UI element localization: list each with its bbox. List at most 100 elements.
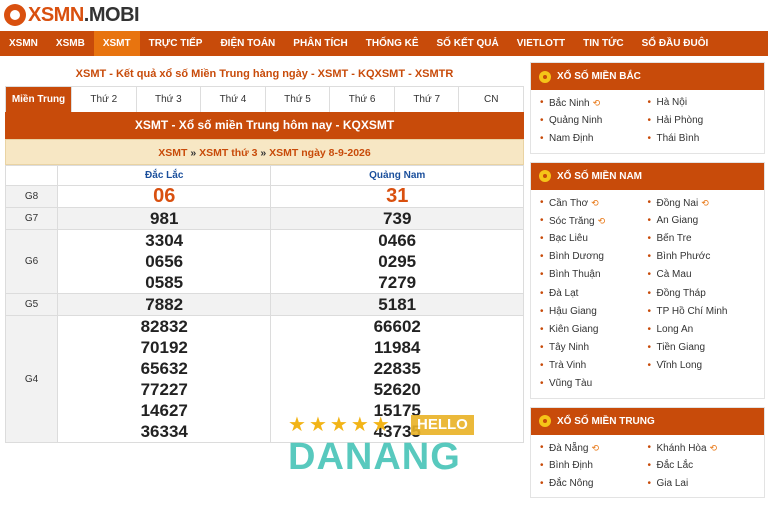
province-link-kien-giang[interactable]: Kiên Giang (540, 321, 657, 339)
breadcrumb-link-date[interactable]: XSMT ngày 8-9-2026 (269, 147, 371, 159)
province-link-vung-tau[interactable]: Vũng Tàu (540, 375, 657, 393)
province-link-tp-ho-chi-minh[interactable]: TP Hồ Chí Minh (648, 303, 765, 321)
prize-numbers: 31 (270, 185, 524, 208)
tab-thu-3[interactable]: Thứ 3 (137, 87, 202, 112)
nav-item-tin-tuc[interactable]: TIN TỨC (574, 31, 633, 56)
province-list: Cần Thơ⟲Đồng Nai⟲Sóc Trăng⟲An Giang Bạc L… (531, 190, 764, 398)
region-box-header[interactable]: XỔ SỐ MIỀN TRUNG (531, 407, 764, 435)
province-link-bac-ninh[interactable]: Bắc Ninh⟲ (540, 94, 657, 112)
province-name: Hải Phòng (656, 115, 704, 127)
tab-cn[interactable]: CN (459, 87, 523, 112)
tab-thu-6[interactable]: Thứ 6 (330, 87, 395, 112)
province-name: Đồng Tháp (656, 287, 706, 299)
live-refresh-icon: ⟲ (701, 197, 709, 208)
lottery-ball-icon (539, 70, 551, 83)
province-link-da-nang[interactable]: Đà Nẵng⟲ (540, 439, 657, 457)
province-name: Vĩnh Long (656, 360, 703, 372)
province-link-dac-nong[interactable]: Đắc Nông (540, 475, 657, 493)
nav-item-xsmn[interactable]: XSMN (0, 31, 47, 56)
province-link-binh-duong[interactable]: Bình Dương (540, 248, 657, 266)
nav-item-dien-toan[interactable]: ĐIỆN TOÁN (211, 31, 284, 56)
lottery-ball-icon (539, 415, 551, 428)
province-name: Bình Định (549, 459, 593, 471)
province-link-tay-ninh[interactable]: Tây Ninh (540, 339, 657, 357)
breadcrumb-link-xsmt[interactable]: XSMT (158, 147, 187, 159)
prize-numbers: 0466 0295 7279 (270, 229, 524, 294)
lottery-number: 43735 (373, 422, 421, 441)
prize-numbers: 06 (56, 185, 272, 208)
province-name: Bắc Ninh (549, 98, 590, 109)
province-list: Đà Nẵng⟲Khánh Hòa⟲ Bình Định Đắc Lắc Đắc Nô… (531, 435, 764, 498)
province-link-binh-thuan[interactable]: Bình Thuận (540, 266, 657, 284)
province-link-hai-phong[interactable]: Hải Phòng (648, 112, 765, 130)
lottery-number: 981 (150, 209, 179, 228)
province-name: Long An (656, 323, 694, 335)
live-refresh-icon: ⟲ (591, 442, 600, 453)
province-link-tien-giang[interactable]: Tiền Giang (648, 339, 765, 357)
province-link-dac-lac[interactable]: Đắc Lắc (648, 457, 765, 475)
nav-item-thong-ke[interactable]: THỐNG KÊ (357, 31, 428, 56)
lottery-number: 77227 (140, 380, 188, 399)
tab-thu-2[interactable]: Thứ 2 (72, 87, 137, 112)
province-link-an-giang[interactable]: An Giang (648, 212, 765, 230)
lottery-number: 52620 (373, 380, 421, 399)
province-link-binh-phuoc[interactable]: Bình Phước (648, 248, 765, 266)
nav-item-phan-tich[interactable]: PHÂN TÍCH (284, 31, 356, 56)
main-content: XSMT - Kết quả xổ số Miền Trung hàng ngà… (5, 62, 524, 443)
province-name: Đắc Nông (549, 478, 594, 489)
tab-thu-5[interactable]: Thứ 5 (266, 87, 331, 112)
results-box-title: XSMT - Xổ số miền Trung hôm nay - KQXSMT (5, 112, 524, 139)
province-name: An Giang (656, 214, 699, 226)
province-name: Hà Nội (656, 97, 688, 108)
tab-thu-7[interactable]: Thứ 7 (395, 87, 460, 112)
province-link-nam-dinh[interactable]: Nam Định (540, 130, 657, 148)
nav-item-so-dau-duoi[interactable]: SỔ ĐẦU ĐUÔI (633, 31, 718, 56)
province-link-long-an[interactable]: Long An (648, 321, 765, 339)
result-row-g6: G6 3304 0656 0585 0466 0295 7279 (5, 229, 524, 294)
province-link-dong-thap[interactable]: Đồng Tháp (648, 285, 765, 303)
province-header-dac-lac[interactable]: Đắc Lắc (56, 165, 272, 186)
nav-item-vietlott[interactable]: VIETLOTT (508, 31, 574, 56)
lottery-number: 7882 (145, 295, 184, 314)
province-name: Bình Phước (656, 251, 711, 263)
province-name: Đà Lạt (549, 287, 579, 299)
province-link-bac-lieu[interactable]: Bạc Liêu (540, 230, 657, 248)
region-box-header[interactable]: XỔ SỐ MIỀN NAM (531, 162, 764, 190)
nav-item-truc-tiep[interactable]: TRỰC TIẾP (140, 31, 212, 56)
nav-item-xsmt[interactable]: XSMT (93, 31, 140, 56)
province-name: Bến Tre (656, 232, 692, 244)
live-refresh-icon: ⟲ (591, 197, 599, 208)
province-link-can-tho[interactable]: Cần Thơ⟲ (540, 194, 657, 212)
province-link-ca-mau[interactable]: Cà Mau (648, 266, 765, 284)
result-row-g7: G7 981 739 (5, 207, 524, 230)
province-link-tra-vinh[interactable]: Trà Vinh (540, 357, 657, 375)
nav-item-so-ket-qua[interactable]: SỐ KẾT QUẢ (428, 31, 508, 56)
region-box-title: XỔ SỐ MIỀN NAM (557, 170, 643, 182)
province-link-ben-tre[interactable]: Bến Tre (648, 230, 765, 248)
province-link-binh-dinh[interactable]: Bình Định (540, 457, 657, 475)
province-link-ha-noi[interactable]: Hà Nội (648, 94, 765, 112)
province-name: Tiền Giang (656, 342, 706, 354)
site-logo[interactable]: XSMN.MOBI (4, 2, 140, 28)
breadcrumb-link-weekday[interactable]: XSMT thứ 3 (199, 147, 257, 159)
region-box-header[interactable]: XỔ SỐ MIỀN BẮC (531, 63, 764, 90)
nav-item-xsmb[interactable]: XSMB (47, 31, 94, 56)
province-link-hau-giang[interactable]: Hậu Giang (540, 303, 657, 321)
province-link-thai-binh[interactable]: Thái Bình (648, 130, 765, 148)
region-box-xo-so-mien-nam: XỔ SỐ MIỀN NAM Cần Thơ⟲Đồng Nai⟲Sóc Trăng… (530, 161, 765, 399)
province-link-vinh-long[interactable]: Vĩnh Long (648, 357, 765, 375)
province-link-gia-lai[interactable]: Gia Lai (648, 475, 765, 493)
tab-mien-trung[interactable]: Miền Trung (6, 87, 72, 112)
province-header-quang-nam[interactable]: Quảng Nam (270, 165, 524, 186)
province-link-dong-nai[interactable]: Đồng Nai⟲ (648, 194, 765, 212)
lottery-number: 66602 (373, 317, 421, 336)
province-link-da-lat[interactable]: Đà Lạt (540, 285, 657, 303)
tab-thu-4[interactable]: Thứ 4 (201, 87, 266, 112)
province-link-khanh-hoa[interactable]: Khánh Hòa⟲ (648, 439, 765, 457)
prize-label: G6 (5, 229, 58, 294)
province-link-quang-ninh[interactable]: Quảng Ninh (540, 112, 657, 130)
lottery-number: 0585 (145, 273, 184, 292)
province-link-soc-trang[interactable]: Sóc Trăng⟲ (540, 212, 657, 230)
province-name: Quảng Ninh (549, 115, 603, 127)
prize-label: G4 (5, 315, 58, 443)
